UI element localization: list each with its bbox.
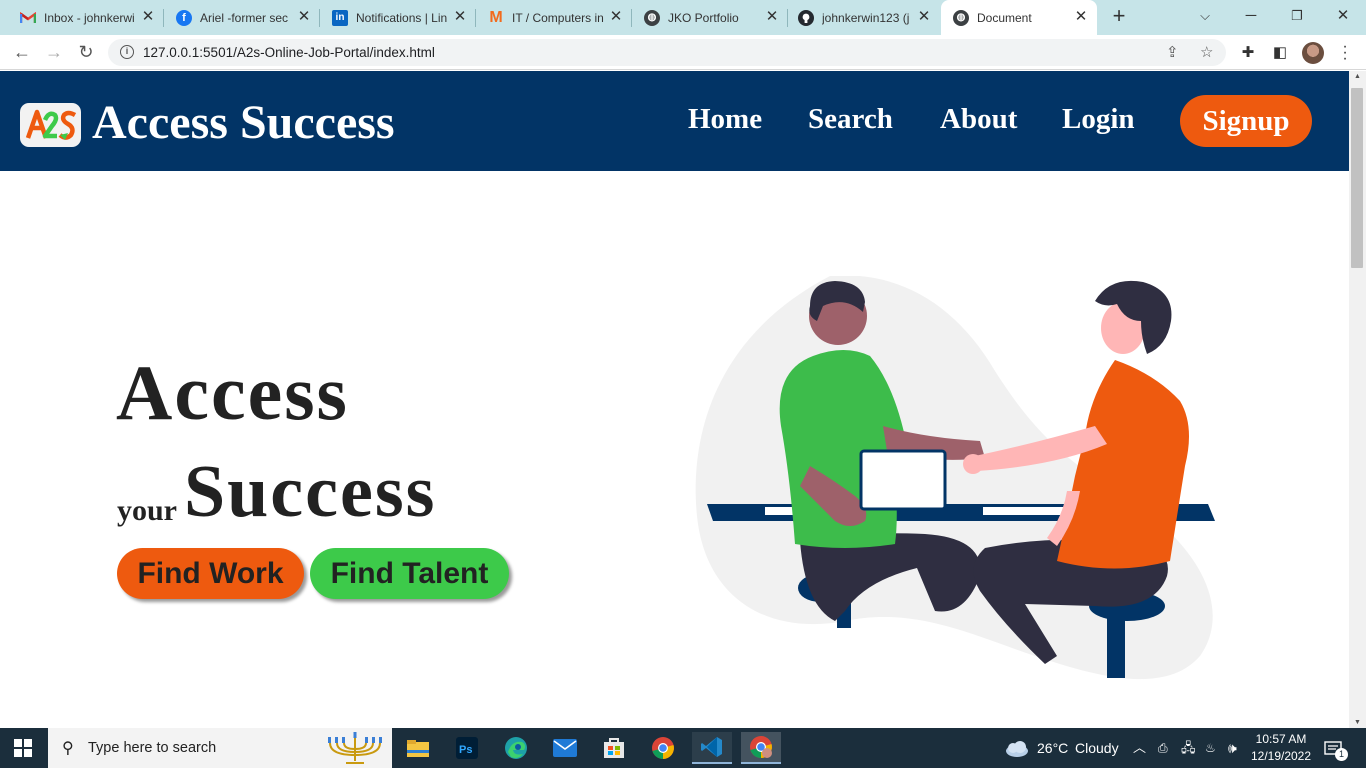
m-logo-icon: M: [489, 8, 503, 26]
web-page: Access Success Home Search About Login S…: [0, 71, 1349, 728]
meet-now-icon[interactable]: ⎙: [1158, 728, 1168, 768]
close-window-button[interactable]: ✕: [1320, 0, 1366, 35]
tab-title: Notifications | Lin: [356, 10, 448, 25]
windows-taskbar: ⚲ Type here to search Ps 26°C Cloudy ︿ ⎙…: [0, 728, 1366, 768]
bookmark-star-icon[interactable]: ☆: [1200, 43, 1213, 61]
windows-start-button[interactable]: [14, 739, 32, 757]
close-icon[interactable]: ✕: [916, 9, 932, 25]
weather-temp[interactable]: 26°C: [1037, 728, 1068, 768]
menorah-icon: [328, 732, 382, 764]
show-hidden-icons-chevron-icon[interactable]: ︿: [1133, 728, 1146, 768]
github-icon: [798, 9, 814, 26]
share-icon[interactable]: ⇪: [1166, 43, 1179, 61]
url-text[interactable]: 127.0.0.1:5501/A2s-Online-Job-Portal/ind…: [143, 45, 435, 60]
store-icon[interactable]: [594, 732, 634, 764]
weather-cloud-icon[interactable]: [1003, 728, 1029, 768]
nav-search-link[interactable]: Search: [808, 103, 893, 136]
network-icon[interactable]: 🖧: [1181, 728, 1196, 768]
tab-it-computers[interactable]: M IT / Computers in ✕: [476, 0, 632, 35]
search-icon: ⚲: [62, 740, 74, 757]
scroll-down-arrow-icon[interactable]: ▼: [1349, 719, 1366, 726]
signup-button[interactable]: Signup: [1180, 95, 1312, 147]
clock-date: 12/19/2022: [1250, 749, 1312, 763]
close-icon[interactable]: ✕: [452, 9, 468, 25]
tab-jko-portfolio[interactable]: ◍ JKO Portfolio ✕: [632, 0, 788, 35]
profile-avatar[interactable]: [1302, 42, 1324, 64]
linkedin-icon: in: [332, 9, 348, 26]
facebook-icon: f: [176, 9, 192, 26]
weather-condition[interactable]: Cloudy: [1075, 728, 1119, 768]
tab-title: IT / Computers in: [512, 10, 604, 25]
hero-headline-success: Success: [184, 451, 437, 533]
close-icon[interactable]: ✕: [764, 9, 780, 25]
side-panel-icon[interactable]: ◧: [1270, 43, 1290, 61]
forward-button[interactable]: →: [42, 41, 66, 65]
browser-menu-icon[interactable]: · · ·: [1340, 39, 1350, 67]
tab-linkedin[interactable]: in Notifications | Lin ✕: [320, 0, 476, 35]
notification-count-badge: 1: [1335, 748, 1348, 761]
globe-icon: ◍: [953, 9, 969, 26]
close-icon[interactable]: ✕: [1073, 9, 1089, 25]
tab-title: Inbox - johnkerwi: [44, 10, 135, 25]
tab-title: JKO Portfolio: [668, 10, 739, 25]
a2s-logo-icon: [25, 109, 76, 140]
reload-button[interactable]: ↻: [74, 41, 98, 65]
site-brand-name[interactable]: Access Success: [92, 95, 395, 150]
site-info-icon[interactable]: i: [120, 45, 134, 59]
tab-search-chevron-icon[interactable]: ⌵: [1182, 0, 1228, 35]
minimize-button[interactable]: ─: [1228, 0, 1274, 35]
chrome-icon[interactable]: [643, 732, 683, 764]
scroll-up-arrow-icon[interactable]: ▲: [1349, 73, 1366, 80]
svg-text:Ps: Ps: [459, 744, 472, 756]
close-icon[interactable]: ✕: [140, 9, 156, 25]
hero-headline-your: your: [117, 494, 177, 527]
site-navbar: Access Success Home Search About Login S…: [0, 71, 1349, 171]
globe-icon: ◍: [644, 9, 660, 26]
hero-headline-access: Access: [116, 349, 349, 436]
nav-login-link[interactable]: Login: [1062, 103, 1135, 136]
system-clock[interactable]: 10:57 AM 12/19/2022: [1246, 731, 1316, 765]
page-scrollbar[interactable]: ▲ ▼: [1349, 71, 1366, 728]
tab-document[interactable]: ◍ Document ✕: [941, 0, 1097, 35]
address-bar[interactable]: i 127.0.0.1:5501/A2s-Online-Job-Portal/i…: [108, 39, 1226, 66]
new-tab-button[interactable]: +: [1108, 5, 1130, 28]
tab-title: johnkerwin123 (j: [822, 10, 910, 25]
vscode-icon[interactable]: [692, 732, 732, 764]
photoshop-icon[interactable]: Ps: [447, 732, 487, 764]
tab-title: Ariel -former sec: [200, 10, 289, 25]
close-icon[interactable]: ✕: [608, 9, 624, 25]
browser-toolbar: ← → ↻ i 127.0.0.1:5501/A2s-Online-Job-Po…: [0, 35, 1366, 70]
tab-facebook[interactable]: f Ariel -former sec ✕: [164, 0, 320, 35]
site-logo[interactable]: [20, 103, 81, 147]
chrome-canary-icon[interactable]: [741, 732, 781, 764]
volume-icon[interactable]: 🕪: [1228, 728, 1237, 768]
gmail-icon: [20, 10, 36, 26]
clock-time: 10:57 AM: [1255, 732, 1307, 746]
close-icon[interactable]: ✕: [296, 9, 312, 25]
scrollbar-thumb[interactable]: [1351, 88, 1363, 268]
find-work-button[interactable]: Find Work: [117, 548, 304, 599]
edge-icon[interactable]: [496, 732, 536, 764]
tab-title: Document: [977, 10, 1032, 25]
notification-center-icon[interactable]: 1: [1324, 728, 1348, 768]
search-placeholder: Type here to search: [88, 740, 217, 756]
nav-home-link[interactable]: Home: [688, 103, 762, 136]
nav-about-link[interactable]: About: [940, 103, 1017, 136]
restore-button[interactable]: ❐: [1274, 0, 1320, 35]
handshake-illustration: [695, 276, 1215, 680]
taskbar-search-box[interactable]: ⚲ Type here to search: [48, 728, 392, 768]
tab-strip: Inbox - johnkerwi ✕ f Ariel -former sec …: [0, 0, 1366, 35]
battery-saver-icon[interactable]: ♨: [1205, 728, 1216, 768]
tab-github[interactable]: johnkerwin123 (j ✕: [788, 0, 940, 35]
find-talent-button[interactable]: Find Talent: [310, 548, 509, 599]
file-explorer-icon[interactable]: [398, 732, 438, 764]
tab-gmail[interactable]: Inbox - johnkerwi ✕: [0, 0, 164, 35]
back-button[interactable]: ←: [10, 41, 34, 65]
mail-icon[interactable]: [545, 732, 585, 764]
extensions-puzzle-icon[interactable]: ✚: [1238, 43, 1258, 61]
